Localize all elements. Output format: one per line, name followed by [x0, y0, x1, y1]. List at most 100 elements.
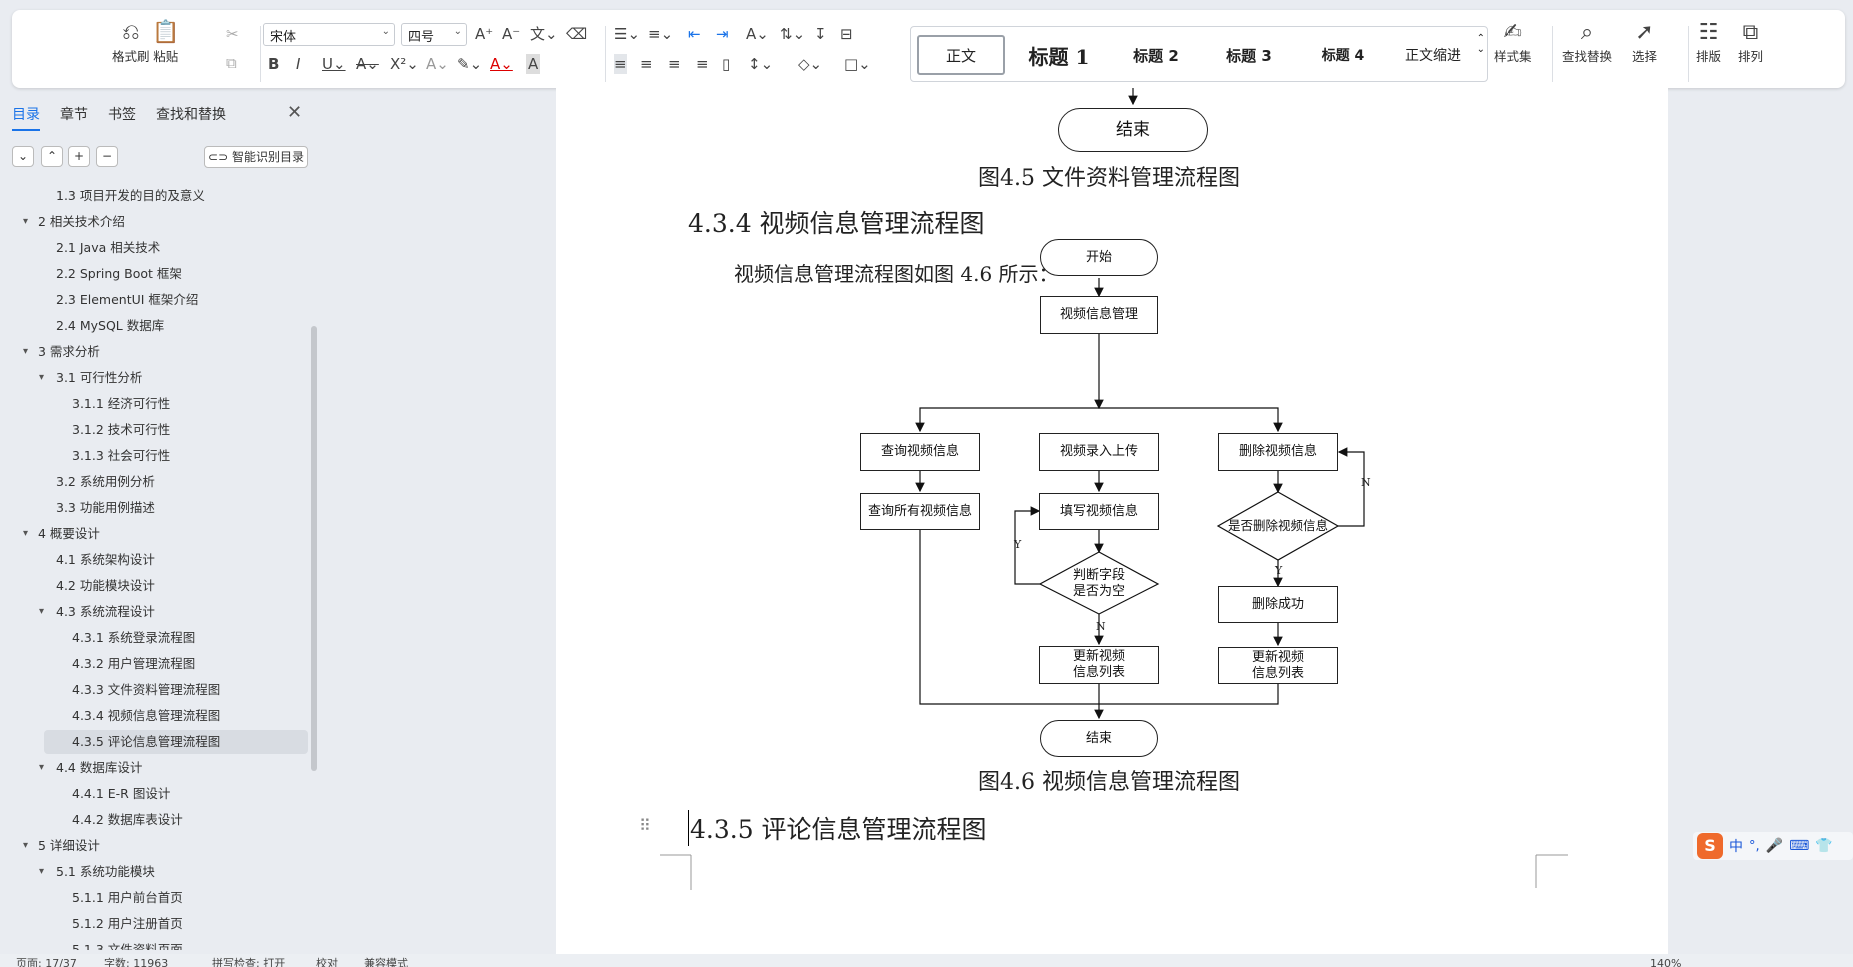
- toc-toggle-icon[interactable]: ▾: [39, 366, 44, 390]
- gallery-scroll-icon[interactable]: ⌃ ⌄: [1477, 33, 1485, 55]
- smart-toc-button[interactable]: ⊂⊃ 智能识别目录: [204, 146, 308, 168]
- font-color-icon[interactable]: A⌄: [490, 54, 513, 74]
- decrease-indent-icon[interactable]: ⇤: [688, 24, 701, 44]
- font-size-select[interactable]: 四号 ⌄: [401, 23, 467, 46]
- superscript-icon[interactable]: X²⌄: [390, 54, 419, 74]
- toc-item-label: 4.3.3 文件资料管理流程图: [72, 682, 221, 697]
- paragraph-4-3-4[interactable]: 视频信息管理流程图如图 4.6 所示：: [734, 258, 1059, 287]
- clear-format-icon[interactable]: ⌫: [566, 24, 587, 44]
- tab-find-replace[interactable]: 查找和替换: [156, 104, 226, 131]
- heading-4-3-4[interactable]: 4.3.4 视频信息管理流程图: [688, 204, 985, 240]
- highlight-icon[interactable]: ✎⌄: [457, 54, 482, 74]
- cursor-icon: ➚: [1635, 20, 1654, 45]
- proofread-button[interactable]: 校对: [316, 954, 338, 967]
- spell-check-status[interactable]: 拼写检查: 打开: [212, 954, 285, 967]
- format-painter-button[interactable]: ⎌ 格式刷: [112, 20, 150, 65]
- sogou-logo-icon[interactable]: S: [1697, 833, 1723, 859]
- keyboard-icon[interactable]: ⌨: [1789, 838, 1809, 854]
- toc-item-label: 2 相关技术介绍: [38, 214, 125, 229]
- shading-icon[interactable]: ◇⌄: [798, 54, 822, 74]
- distribute-icon[interactable]: ▯: [722, 54, 730, 74]
- toc-toggle-icon[interactable]: ▾: [23, 834, 28, 858]
- style-heading3[interactable]: 标题 3: [1203, 35, 1295, 75]
- find-replace-button[interactable]: ⌕ 查找替换: [1562, 20, 1612, 65]
- toc-toggle-icon[interactable]: ▾: [39, 756, 44, 780]
- punctuation-icon[interactable]: °,: [1749, 839, 1760, 854]
- add-entry-button[interactable]: +: [68, 146, 90, 167]
- style-set-button[interactable]: ✍ 样式集: [1494, 20, 1532, 65]
- no-label: N: [1096, 620, 1106, 633]
- paste-button[interactable]: 📋 粘贴: [152, 20, 179, 65]
- cut-icon[interactable]: ✂: [226, 24, 239, 44]
- select-button[interactable]: ➚ 选择: [1632, 20, 1657, 65]
- style-body-indent[interactable]: 正文缩进: [1391, 35, 1475, 75]
- show-marks-icon[interactable]: ⊟: [840, 24, 853, 44]
- style-heading4[interactable]: 标题 4: [1297, 35, 1389, 75]
- toc-toggle-icon[interactable]: ▾: [23, 522, 28, 546]
- sort-icon[interactable]: ⇅⌄: [780, 24, 805, 44]
- zoom-level[interactable]: 140%: [1650, 954, 1681, 967]
- toc-scrollbar[interactable]: [311, 326, 317, 771]
- align-right-icon[interactable]: ≡: [668, 54, 681, 74]
- close-icon[interactable]: ✕: [287, 102, 302, 123]
- navigation-pane: 目录 章节 书签 查找和替换 ✕ ⌄ ⌃ + − ⊂⊃ 智能识别目录 1.3 项…: [0, 96, 320, 954]
- shrink-font-icon[interactable]: A⁻: [502, 24, 520, 44]
- bold-icon[interactable]: B: [268, 54, 279, 74]
- style-normal[interactable]: 正文: [917, 35, 1005, 75]
- arrange-button[interactable]: ⧉ 排列: [1738, 20, 1763, 65]
- collapse-all-button[interactable]: ⌄: [12, 146, 34, 167]
- toc-item[interactable]: 4.3.5 评论信息管理流程图: [44, 730, 308, 754]
- justify-icon[interactable]: ≡: [696, 54, 709, 74]
- toc-item-label: 5 详细设计: [38, 838, 100, 853]
- layout-icon: ☷: [1698, 20, 1719, 45]
- search-icon: ⌕: [1580, 20, 1594, 45]
- bullet-list-icon[interactable]: ☰⌄: [614, 24, 640, 44]
- yes-label: Y: [1014, 538, 1022, 551]
- flow-deleted-node: 删除成功: [1218, 586, 1338, 623]
- tab-chapters[interactable]: 章节: [60, 104, 88, 131]
- phonetic-guide-icon[interactable]: 文⌄: [530, 24, 558, 44]
- char-shading-icon[interactable]: A: [526, 54, 541, 74]
- az-sort-icon[interactable]: ↧: [814, 24, 827, 44]
- align-center-icon[interactable]: ≡: [640, 54, 653, 74]
- text-effect-icon[interactable]: A⌄: [426, 54, 449, 74]
- toc-toggle-icon[interactable]: ▾: [23, 340, 28, 364]
- increase-indent-icon[interactable]: ⇥: [716, 24, 729, 44]
- ime-lang[interactable]: 中: [1729, 836, 1743, 856]
- word-count[interactable]: 字数: 11963: [104, 954, 168, 967]
- toc-toggle-icon[interactable]: ▾: [39, 600, 44, 624]
- tab-bookmarks[interactable]: 书签: [108, 104, 136, 131]
- toc-toggle-icon[interactable]: ▾: [23, 210, 28, 234]
- underline-icon[interactable]: U⌄: [322, 54, 346, 74]
- toc-item-label: 3 需求分析: [38, 344, 100, 359]
- grow-font-icon[interactable]: A⁺: [475, 24, 493, 44]
- italic-icon[interactable]: I: [296, 54, 300, 74]
- text-direction-icon[interactable]: A⌄: [746, 24, 769, 44]
- drag-handle-icon[interactable]: ⠿: [639, 816, 651, 835]
- layout-button[interactable]: ☷ 排版: [1696, 20, 1721, 65]
- toc-item-label: 2.2 Spring Boot 框架: [56, 266, 182, 281]
- border-icon[interactable]: □⌄: [844, 54, 871, 74]
- remove-entry-button[interactable]: −: [96, 146, 118, 167]
- strikethrough-icon[interactable]: A⌄: [356, 54, 379, 74]
- page-count[interactable]: 页面: 17/37: [16, 954, 77, 967]
- expand-up-button[interactable]: ⌃: [41, 146, 63, 167]
- style-heading2[interactable]: 标题 2: [1111, 35, 1201, 75]
- flow-fill-node: 填写视频信息: [1039, 493, 1159, 530]
- document-page: 结束 图4.5 文件资料管理流程图 4.3.4 视频信息管理流程图 视频信息管理…: [556, 88, 1668, 954]
- numbered-list-icon[interactable]: ≡⌄: [648, 24, 673, 44]
- copy-icon[interactable]: ⧉: [226, 53, 237, 73]
- heading-4-3-5[interactable]: 4.3.5 评论信息管理流程图: [688, 810, 987, 846]
- line-spacing-icon[interactable]: ↕⌄: [748, 54, 773, 74]
- align-left-icon[interactable]: ≡: [614, 54, 627, 74]
- flow-start-node: 开始: [1040, 239, 1158, 276]
- font-name-select[interactable]: 宋体 ⌄: [263, 23, 395, 46]
- style-heading1[interactable]: 标题 1: [1011, 35, 1107, 75]
- toc-toggle-icon[interactable]: ▾: [39, 860, 44, 884]
- toc-item-label: 5.1 系统功能模块: [56, 864, 155, 879]
- clipboard-icon: 📋: [152, 20, 180, 45]
- tab-toc[interactable]: 目录: [12, 104, 40, 131]
- skin-icon[interactable]: 👕: [1815, 838, 1832, 854]
- toc-item-label: 4.4 数据库设计: [56, 760, 143, 775]
- microphone-icon[interactable]: 🎤: [1766, 838, 1783, 854]
